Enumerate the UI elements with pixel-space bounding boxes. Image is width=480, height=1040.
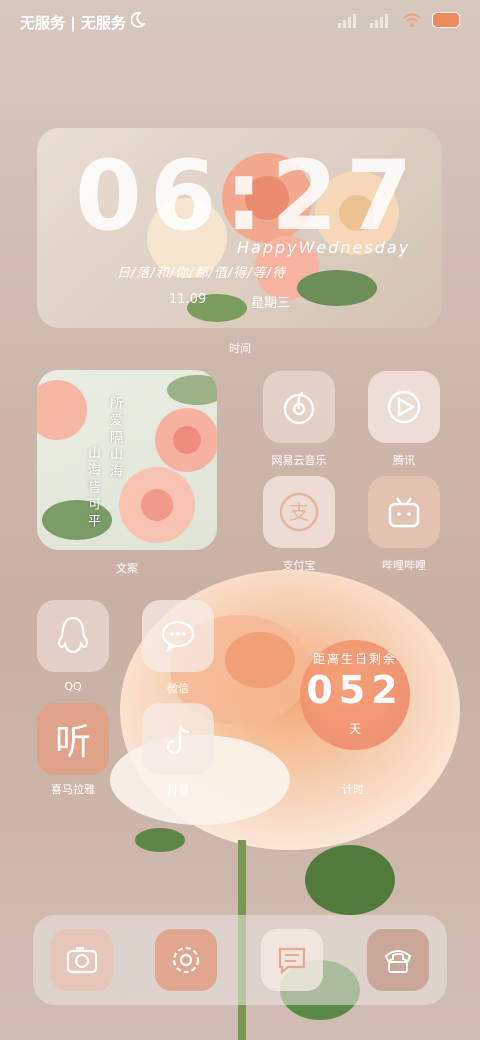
app-label: 腾讯	[393, 454, 415, 467]
app-tencent[interactable]	[368, 371, 440, 443]
dock	[33, 915, 447, 1005]
moon-icon	[130, 11, 146, 32]
app-bilibili[interactable]	[368, 476, 440, 548]
app-label: 支付宝	[282, 559, 316, 572]
app-label: 网易云音乐	[271, 454, 327, 467]
camera-icon	[66, 947, 98, 974]
countdown-value: 052	[306, 668, 404, 712]
phone-icon	[384, 950, 412, 973]
bilibili-tv-icon	[388, 497, 420, 528]
wechat-bubble-icon	[161, 620, 195, 653]
status-icons	[338, 12, 460, 28]
app-netease-music[interactable]	[263, 371, 335, 443]
music-icon	[283, 391, 315, 425]
app-label: 计时	[342, 783, 364, 796]
dock-camera[interactable]	[51, 929, 113, 991]
messages-icon	[278, 947, 306, 975]
app-label: QQ	[64, 680, 82, 693]
clock-greeting: HappyWednesday	[237, 238, 411, 257]
roses-image	[37, 375, 217, 543]
app-label: 抖音	[167, 783, 189, 796]
clock-date: 11.09	[169, 292, 207, 307]
settings-icon	[172, 946, 200, 974]
clock-weekday: 星期三	[251, 296, 291, 311]
signal-icon	[338, 14, 356, 28]
app-label: 微信	[167, 682, 189, 695]
clock-widget[interactable]: 06:27 HappyWednesday 日/落/和/你/都/值/得/等/待 1…	[37, 128, 442, 328]
text-widget[interactable]: 所爱隔山海 山海皆可平	[37, 370, 217, 550]
wifi-icon	[403, 13, 421, 27]
qq-penguin-icon	[57, 616, 89, 654]
dock-messages[interactable]	[261, 929, 323, 991]
app-alipay[interactable]: 支	[263, 476, 335, 548]
video-play-icon	[387, 390, 421, 424]
clock-time: 06:27	[75, 140, 421, 252]
app-label: 喜马拉雅	[51, 783, 95, 796]
douyin-note-icon	[166, 724, 190, 755]
app-qq[interactable]	[37, 600, 109, 672]
clock-poem: 日/落/和/你/都/值/得/等/待	[117, 266, 287, 281]
app-ximalaya[interactable]: 听	[37, 703, 109, 775]
dock-settings[interactable]	[155, 929, 217, 991]
countdown-title: 距离生日剩余	[312, 652, 397, 666]
ximalaya-icon: 听	[54, 722, 91, 763]
status-carrier: 无服务 | 无服务	[20, 14, 126, 32]
svg-text:支: 支	[289, 500, 309, 524]
dock-phone[interactable]	[367, 929, 429, 991]
clock-widget-label: 时间	[229, 342, 251, 355]
text-line-1: 所爱隔山海	[107, 396, 122, 481]
countdown-widget[interactable]: 距离生日剩余 052 天	[300, 640, 410, 750]
app-wechat[interactable]	[142, 600, 214, 672]
alipay-icon: 支	[279, 492, 319, 532]
countdown-unit: 天	[348, 722, 361, 736]
signal-icon	[370, 14, 388, 28]
app-label: 哔哩哔哩	[382, 559, 426, 572]
app-douyin[interactable]	[142, 703, 214, 775]
battery-icon	[432, 12, 460, 28]
text-widget-label: 文案	[116, 562, 138, 575]
text-line-2: 山海皆可平	[85, 446, 100, 531]
